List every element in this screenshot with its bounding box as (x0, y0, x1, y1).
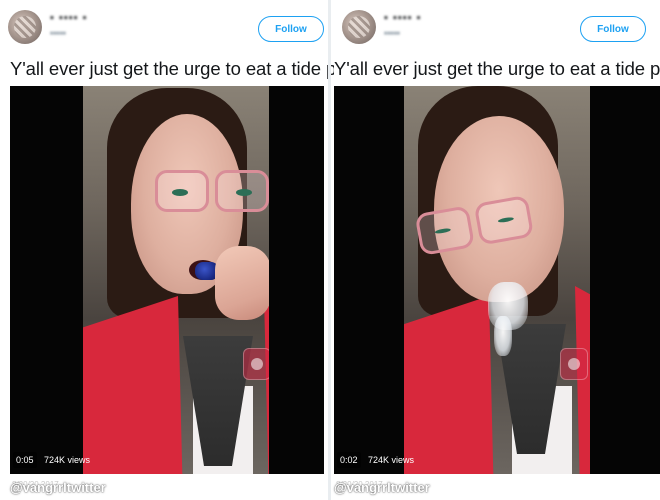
avatar[interactable] (8, 10, 42, 44)
video-hand (215, 246, 269, 320)
glasses-lens-left (414, 205, 476, 256)
video-eye-left (434, 227, 452, 235)
video-foam-drip (494, 316, 512, 356)
glasses-lens-left (155, 170, 209, 212)
follow-button[interactable]: Follow (580, 16, 646, 42)
video-view-count: 724K views (368, 455, 415, 465)
video-glasses (149, 170, 269, 220)
tweet-card-right: ▪ ▪▪▪▪ ▪ ▪▪▪▪▪ Follow Y'all ever just ge… (334, 0, 660, 500)
user-handle-blurred: ▪▪▪▪▪ (50, 28, 66, 38)
video-eye-left (172, 189, 188, 196)
image-divider (328, 0, 331, 500)
video-view-count: 724K views (44, 455, 91, 465)
follow-button[interactable]: Follow (258, 16, 324, 42)
video-frame[interactable] (404, 86, 590, 474)
tweet-text: Y'all ever just get the urge to eat a ti… (10, 58, 367, 79)
user-handle-blurred: ▪▪▪▪▪ (384, 28, 400, 38)
user-name-blurred[interactable]: ▪ ▪▪▪▪ ▪ (50, 12, 88, 24)
video-timestamp: 0:02 (337, 452, 361, 468)
watermark: @vangrrltwitter (10, 480, 106, 495)
avatar[interactable] (342, 10, 376, 44)
record-icon[interactable] (560, 348, 588, 380)
user-name-blurred[interactable]: ▪ ▪▪▪▪ ▪ (384, 12, 422, 24)
video-timestamp: 0:05 (13, 452, 37, 468)
glasses-lens-right (215, 170, 269, 212)
video-player[interactable]: 0:05 724K views (10, 86, 324, 474)
video-player[interactable]: 0:02 724K views (334, 86, 660, 474)
glasses-lens-right (473, 194, 535, 246)
watermark: @vangrrltwitter (334, 480, 430, 495)
record-icon[interactable] (243, 348, 269, 380)
tweet-text: Y'all ever just get the urge to eat a ti… (334, 58, 660, 79)
video-eye-right (236, 189, 252, 196)
video-frame[interactable] (83, 86, 269, 474)
video-eye-right (497, 216, 515, 224)
tweet-card-left: ▪ ▪▪▪▪ ▪ ▪▪▪▪▪ Follow Y'all ever just ge… (0, 0, 367, 500)
